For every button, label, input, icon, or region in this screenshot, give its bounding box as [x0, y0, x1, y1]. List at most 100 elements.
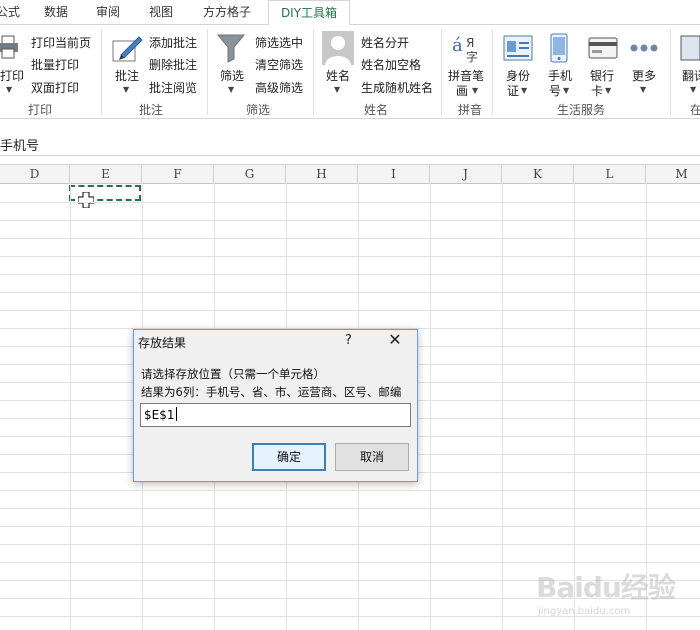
row-gridline	[0, 220, 700, 221]
row-gridline	[0, 544, 700, 545]
column-header-e[interactable]: E	[70, 165, 142, 184]
row-gridline	[0, 490, 700, 491]
advanced-filter-button[interactable]: 高级筛选	[255, 79, 303, 96]
translate-button[interactable]: 翻译	[682, 67, 700, 84]
column-header-m[interactable]: M	[646, 165, 700, 184]
chevron-down-icon[interactable]: ▼	[123, 85, 129, 94]
delete-comment-button[interactable]: 删除批注	[149, 56, 197, 73]
row-gridline	[0, 292, 700, 293]
column-gridline	[70, 184, 71, 630]
column-gridline	[430, 184, 431, 630]
group-divider	[670, 29, 671, 115]
tab-formulas[interactable]: 公式	[0, 0, 20, 24]
group-divider	[492, 29, 493, 115]
tab-view[interactable]: 视图	[140, 0, 182, 24]
add-comment-button[interactable]: 添加批注	[149, 34, 197, 51]
name-add-space-button[interactable]: 姓名加空格	[361, 56, 421, 73]
clear-filter-button[interactable]: 清空筛选	[255, 56, 303, 73]
group-divider	[441, 29, 442, 115]
chevron-down-icon[interactable]: ▼	[521, 86, 527, 95]
more-dots-icon	[630, 44, 658, 52]
baidu-watermark: Baidu经验 jingyan.baidu.com	[536, 566, 696, 626]
group-label-online: 在	[690, 103, 700, 117]
chevron-down-icon[interactable]: ▼	[472, 86, 478, 95]
chevron-down-icon[interactable]: ▼	[6, 85, 12, 94]
group-label-filter: 筛选	[245, 103, 270, 117]
id-card-icon	[503, 35, 533, 61]
row-gridline	[0, 526, 700, 527]
watermark-brand: Baidu经验	[536, 571, 676, 604]
ok-button[interactable]: 确定	[252, 443, 326, 471]
save-result-dialog: 存放结果 ? ✕ 请选择存放位置（只需一个单元格） 结果为6列：手机号、省、市、…	[133, 329, 418, 482]
ribbon: 打印 ▼ 打印当前页 批量打印 双面打印 打印 批注 ▼ 添加批注 删除批注 批…	[0, 24, 700, 119]
svg-text:Я: Я	[466, 36, 474, 50]
ribbon-tab-bar: 公式 数据 审阅 视图 方方格子 DIY工具箱	[0, 0, 700, 25]
row-gridline	[0, 202, 700, 203]
svg-text:á: á	[452, 35, 463, 56]
column-header-h[interactable]: H	[286, 165, 358, 184]
filter-button[interactable]: 筛选	[220, 67, 244, 84]
chevron-down-icon[interactable]: ▼	[563, 86, 569, 95]
tab-label: 公式	[0, 5, 20, 19]
tab-fangfang[interactable]: 方方格子	[194, 0, 260, 24]
close-icon[interactable]: ✕	[387, 331, 403, 349]
group-label-name: 姓名	[363, 103, 388, 117]
group-divider	[101, 29, 102, 115]
row-gridline	[0, 256, 700, 257]
tab-data[interactable]: 数据	[36, 0, 76, 24]
chevron-down-icon[interactable]: ▼	[605, 86, 611, 95]
view-comments-button[interactable]: 批注阅览	[149, 79, 197, 96]
location-input-value: $E$1	[144, 408, 175, 422]
print-button[interactable]: 打印	[0, 67, 24, 84]
column-header-l[interactable]: L	[574, 165, 646, 184]
comment-edit-icon	[112, 36, 143, 62]
group-label-print: 打印	[27, 103, 52, 117]
help-button[interactable]: ?	[345, 333, 352, 348]
batch-print-button[interactable]: 批量打印	[31, 56, 79, 73]
group-label-pinyin: 拼音	[457, 103, 482, 117]
print-current-page-button[interactable]: 打印当前页	[31, 34, 91, 51]
svg-text:字: 字	[466, 49, 478, 63]
chevron-down-icon[interactable]: ▼	[228, 85, 234, 94]
pinyin-icon: á Я 字	[452, 35, 478, 63]
column-header-g[interactable]: G	[214, 165, 286, 184]
dialog-description: 结果为6列：手机号、省、市、运营商、区号、邮编	[141, 385, 402, 399]
filter-selected-button[interactable]: 筛选选中	[255, 34, 303, 51]
watermark-url: jingyan.baidu.com	[538, 606, 631, 617]
tab-review[interactable]: 审阅	[88, 0, 128, 24]
row-gridline	[0, 238, 700, 239]
chevron-down-icon[interactable]: ▼	[640, 85, 646, 94]
mobile-phone-icon	[550, 33, 568, 63]
formula-bar[interactable]: 手机号	[0, 130, 700, 156]
bank-card-icon	[588, 37, 618, 59]
row-gridline	[0, 508, 700, 509]
phone-number-label-2: 号	[549, 84, 562, 98]
row-gridline	[0, 562, 700, 563]
chevron-down-icon[interactable]: ▼	[334, 85, 340, 94]
column-gridline	[646, 184, 647, 630]
chevron-down-icon[interactable]: ▼	[690, 85, 696, 94]
name-button[interactable]: 姓名	[326, 67, 350, 84]
column-header-k[interactable]: K	[502, 165, 574, 184]
comment-button[interactable]: 批注	[115, 67, 139, 84]
duplex-print-button[interactable]: 双面打印	[31, 79, 79, 96]
text-caret	[175, 407, 177, 421]
row-gridline	[0, 310, 700, 311]
column-header-f[interactable]: F	[142, 165, 214, 184]
random-name-button[interactable]: 生成随机姓名	[361, 79, 433, 96]
dialog-title: 存放结果	[138, 336, 187, 350]
more-button[interactable]: 更多	[632, 67, 656, 84]
column-header-i[interactable]: I	[358, 165, 430, 184]
cancel-button[interactable]: 取消	[335, 443, 409, 471]
person-icon	[322, 31, 354, 65]
group-label-comment: 批注	[138, 103, 163, 117]
tab-diy-toolbox[interactable]: DIY工具箱	[268, 0, 350, 25]
column-header-j[interactable]: J	[430, 165, 502, 184]
group-label-life-services: 生活服务	[556, 103, 605, 117]
column-header-d[interactable]: D	[0, 165, 70, 184]
location-input[interactable]: $E$1	[140, 403, 411, 427]
column-header-row: D E F G H I J K L M	[0, 164, 700, 184]
column-gridline	[574, 184, 575, 630]
dialog-instruction: 请选择存放位置（只需一个单元格）	[141, 367, 325, 381]
split-name-button[interactable]: 姓名分开	[361, 34, 409, 51]
